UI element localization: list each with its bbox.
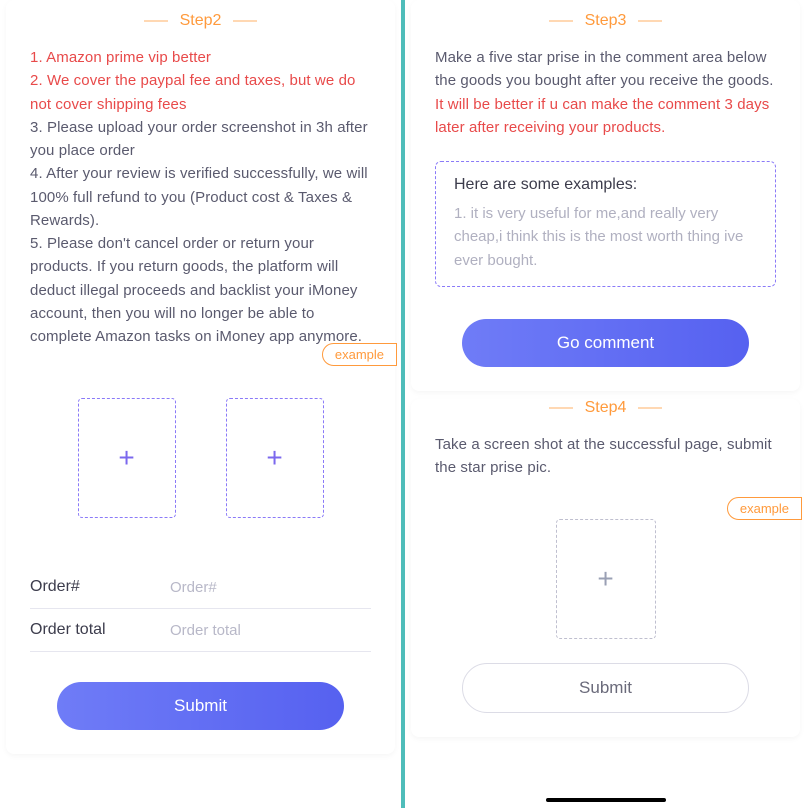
step3-body-plain: Make a five star prise in the comment ar… xyxy=(435,49,773,89)
example-tag[interactable]: example xyxy=(727,497,802,520)
step2-card: Step2 1. Amazon prime vip better 2. We c… xyxy=(6,0,395,754)
dash-icon xyxy=(638,407,662,409)
order-total-label: Order total xyxy=(30,621,150,639)
upload-slot-2[interactable]: + xyxy=(226,398,324,518)
step2-line1: 1. Amazon prime vip better xyxy=(30,46,371,69)
order-number-input[interactable] xyxy=(170,579,371,596)
plus-icon: + xyxy=(266,444,282,472)
step4-card: Step4 Take a screen shot at the successf… xyxy=(411,399,800,738)
order-total-row: Order total xyxy=(30,609,371,652)
step2-header: Step2 xyxy=(30,12,371,30)
plus-icon: + xyxy=(118,444,134,472)
examples-box: Here are some examples: 1. it is very us… xyxy=(435,161,776,287)
step3-card: Step3 Make a five star prise in the comm… xyxy=(411,0,800,391)
submit-outline-button[interactable]: Submit xyxy=(462,663,748,713)
examples-title: Here are some examples: xyxy=(454,176,757,194)
step4-header: Step4 xyxy=(435,399,776,417)
dash-icon xyxy=(144,20,168,22)
step2-title: Step2 xyxy=(180,12,222,30)
examples-body: 1. it is very useful for me,and really v… xyxy=(454,202,757,272)
dash-icon xyxy=(233,20,257,22)
upload-slot-1[interactable]: + xyxy=(78,398,176,518)
step2-line2: 2. We cover the paypal fee and taxes, bu… xyxy=(30,69,371,116)
example-tag[interactable]: example xyxy=(322,343,397,366)
dash-icon xyxy=(638,20,662,22)
order-fields: Order# Order total xyxy=(30,566,371,652)
step3-body: Make a five star prise in the comment ar… xyxy=(435,46,776,139)
step2-line4: 4. After your review is verified success… xyxy=(30,162,371,232)
step2-line3: 3. Please upload your order screenshot i… xyxy=(30,116,371,163)
step4-title: Step4 xyxy=(585,399,627,417)
step3-body-accent: It will be better if u can make the comm… xyxy=(435,96,769,136)
order-total-input[interactable] xyxy=(170,622,371,639)
upload-single-row: + xyxy=(435,519,776,639)
order-number-row: Order# xyxy=(30,566,371,609)
order-number-label: Order# xyxy=(30,578,150,596)
go-comment-button[interactable]: Go comment xyxy=(462,319,748,367)
submit-button[interactable]: Submit xyxy=(57,682,343,730)
step4-body: Take a screen shot at the successful pag… xyxy=(435,433,776,480)
upload-row: + + xyxy=(30,398,371,518)
plus-icon: + xyxy=(597,565,613,593)
dash-icon xyxy=(549,20,573,22)
step2-body: 1. Amazon prime vip better 2. We cover t… xyxy=(30,46,371,348)
home-indicator-icon xyxy=(546,798,666,802)
dash-icon xyxy=(549,407,573,409)
step3-header: Step3 xyxy=(435,12,776,30)
step3-title: Step3 xyxy=(585,12,627,30)
upload-slot-step4[interactable]: + xyxy=(556,519,656,639)
step2-line5: 5. Please don't cancel order or return y… xyxy=(30,232,371,348)
